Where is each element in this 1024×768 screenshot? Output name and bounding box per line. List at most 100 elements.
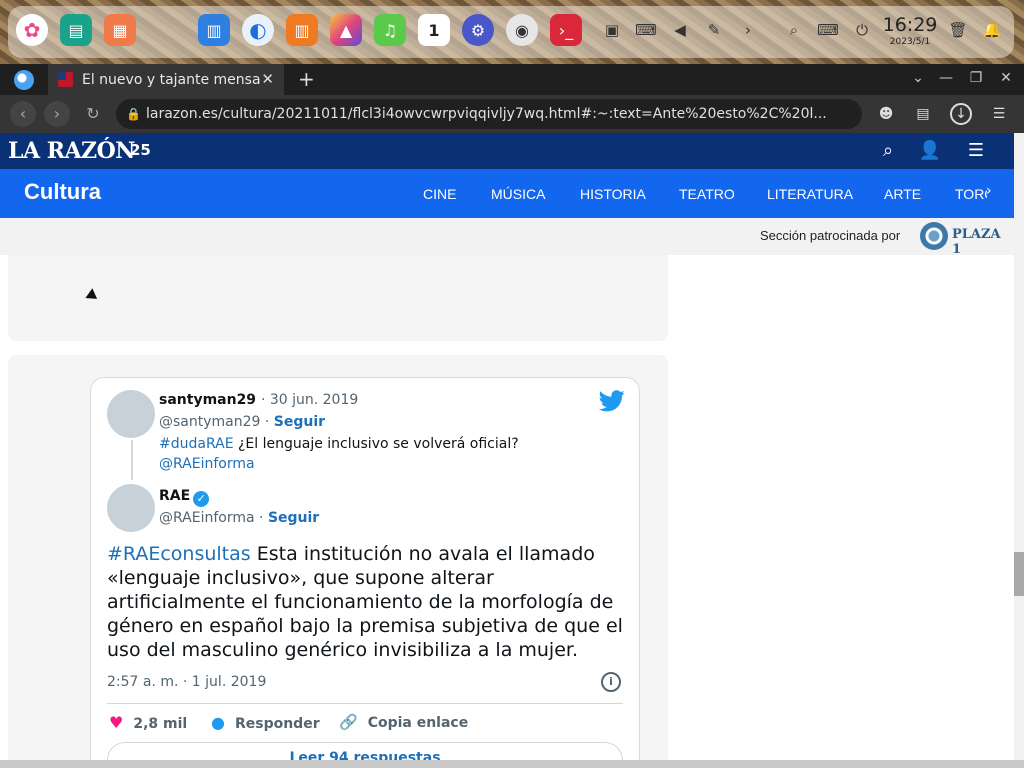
avatar[interactable] [107, 390, 155, 438]
archive-icon[interactable]: ▥ [286, 14, 318, 46]
site-header: LA RAZÓN 25 ⌕ 👤 ☰ [0, 133, 1014, 169]
tweet-timestamp[interactable]: 2:57 a. m. · 1 jul. 2019 [107, 674, 266, 690]
info-icon[interactable]: i [601, 672, 621, 692]
menu-icon[interactable]: ☰ [988, 103, 1010, 125]
vertical-scrollbar[interactable] [1014, 133, 1024, 760]
browser-logo-icon[interactable] [14, 70, 34, 90]
browser-toolbar: ‹ › ↻ 🔒 larazon.es/cultura/20211011/flcl… [0, 95, 1024, 213]
nav-cine[interactable]: CINE [423, 186, 456, 202]
main-handle[interactable]: @RAEinforma [159, 510, 255, 526]
browser-icon[interactable]: ◐ [242, 14, 274, 46]
site-favicon-icon [58, 72, 73, 87]
like-button[interactable]: ♥ 2,8 mil [109, 713, 187, 732]
calendar-icon[interactable]: 1 [418, 14, 450, 46]
apps-grid-icon[interactable]: ▦ [104, 14, 136, 46]
reply-author-name[interactable]: santyman29 · 30 jun. 2019 [159, 392, 358, 408]
separator: · [259, 510, 264, 526]
search-icon[interactable]: ⌕ [784, 20, 804, 40]
nav-literatura[interactable]: LITERATURA [767, 186, 853, 202]
top-dock: ✿ ▤ ▦ ▥ ◐ ▥ ▲ ♫ 1 ⚙ ◉ ›_ ▣ ⌨ ◀ ✎ › ⌕ ⌨ ⏻… [0, 0, 1024, 64]
plaza-seal-icon [920, 222, 948, 250]
section-nav: Cultura CINE MÚSICA HISTORIA TEATRO LITE… [0, 169, 1014, 218]
speech-bubble-icon: ● [211, 713, 225, 732]
reload-button[interactable]: ↻ [80, 101, 106, 127]
nav-more-chevron-icon[interactable]: › [986, 183, 992, 199]
hashtag-link[interactable]: #RAEconsultas [107, 543, 251, 565]
pen-icon[interactable]: ✎ [704, 20, 724, 40]
keyboard-icon[interactable]: ⌨ [635, 20, 657, 40]
new-tab-button[interactable]: + [298, 67, 315, 91]
avatar[interactable] [107, 484, 155, 532]
hamburger-menu-icon[interactable]: ☰ [964, 139, 988, 163]
embedded-tweet[interactable]: santyman29 · 30 jun. 2019 @santyman29 · … [90, 377, 640, 760]
scrollbar-thumb[interactable] [1014, 552, 1024, 596]
input-method-icon[interactable]: ⌨ [817, 20, 839, 40]
tab-close-icon[interactable]: ✕ [261, 70, 274, 88]
back-button[interactable]: ‹ [10, 101, 36, 127]
tab-title: El nuevo y tajante mensaje [82, 71, 260, 88]
chevron-right-icon[interactable]: › [738, 20, 758, 40]
reply-date: · 30 jun. 2019 [260, 392, 359, 408]
tab-strip: El nuevo y tajante mensaje ✕ + ⌄ — ❐ ✕ [0, 64, 1024, 95]
forward-button[interactable]: › [44, 101, 70, 127]
horizontal-scrollbar[interactable] [0, 760, 1024, 768]
main-tweet-text: #RAEconsultas Esta institución no avala … [107, 543, 623, 661]
thread-line [131, 440, 133, 480]
follow-button[interactable]: Seguir [268, 510, 319, 526]
reply-handle[interactable]: @santyman29 [159, 414, 260, 430]
app-store-icon[interactable]: ▥ [198, 14, 230, 46]
clock[interactable]: 16:29 2023/5/1 [882, 14, 938, 48]
reply-button[interactable]: ● Responder [211, 713, 320, 732]
tab-active[interactable]: El nuevo y tajante mensaje ✕ [48, 64, 284, 95]
copy-link-button[interactable]: 🔗 Copia enlace [339, 713, 468, 731]
url-text: larazon.es/cultura/20211011/flcl3i4owvcw… [146, 106, 827, 122]
music-icon[interactable]: ♫ [374, 14, 406, 46]
settings-icon[interactable]: ⚙ [462, 14, 494, 46]
nav-arte[interactable]: ARTE [884, 186, 921, 202]
close-window-icon[interactable]: ✕ [996, 70, 1016, 86]
tab-list-icon[interactable]: ⌄ [908, 70, 928, 86]
reply-tweet-text: #dudaRAE ¿El lenguaje inclusivo se volve… [159, 436, 519, 472]
sponsor-logo[interactable]: PLAZA 1 [920, 221, 1001, 257]
nav-historia[interactable]: HISTORIA [580, 186, 646, 202]
terminal-icon[interactable]: ›_ [550, 14, 582, 46]
trash-icon[interactable]: 🗑 [948, 20, 968, 40]
volume-icon[interactable]: ◀ [670, 20, 690, 40]
nav-toros[interactable]: TORO [955, 186, 987, 202]
verified-badge-icon: ✓ [193, 491, 210, 507]
site-logo[interactable]: LA RAZÓN [8, 138, 135, 164]
mention-link[interactable]: @RAEinforma [159, 456, 255, 472]
reply-handle-line: @santyman29 · Seguir [159, 414, 325, 430]
main-handle-line: @RAEinforma · Seguir [159, 510, 319, 526]
screenshot-icon[interactable]: ▣ [602, 20, 622, 40]
sponsor-name: PLAZA 1 [952, 227, 1001, 257]
nav-musica[interactable]: MÚSICA [491, 186, 545, 202]
nav-teatro[interactable]: TEATRO [679, 186, 735, 202]
embed-placeholder [8, 255, 668, 341]
user-icon[interactable]: 👤 [918, 139, 942, 163]
disk-icon[interactable]: ◉ [506, 14, 538, 46]
follow-button[interactable]: Seguir [274, 414, 325, 430]
clock-time: 16:29 [882, 14, 938, 36]
link-icon: 🔗 [339, 713, 358, 731]
launcher-icon[interactable]: ✿ [16, 14, 48, 46]
main-author-name[interactable]: RAE ✓ [159, 488, 210, 507]
download-icon[interactable]: ↓ [950, 103, 972, 125]
photos-icon[interactable]: ▲ [330, 14, 362, 46]
sponsor-bar: Sección patrocinada por PLAZA 1 [0, 218, 1014, 257]
files-icon[interactable]: ▤ [60, 14, 92, 46]
address-bar[interactable]: 🔒 larazon.es/cultura/20211011/flcl3i4owv… [116, 99, 862, 129]
logo-25-badge: 25 [130, 141, 151, 159]
power-icon[interactable]: ⏻ [852, 20, 872, 40]
restore-icon[interactable]: ❐ [966, 70, 986, 86]
hashtag-link[interactable]: #dudaRAE [159, 436, 234, 452]
extension-face-icon[interactable]: ☻ [875, 103, 897, 125]
extension-store-icon[interactable]: ▤ [912, 103, 934, 125]
twitter-bird-icon[interactable] [599, 390, 625, 412]
lock-icon: 🔒 [126, 107, 141, 121]
minimize-icon[interactable]: — [936, 70, 956, 86]
read-replies-button[interactable]: Leer 94 respuestas [107, 742, 623, 760]
notification-bell-icon[interactable]: 🔔 [982, 20, 1002, 40]
search-icon[interactable]: ⌕ [876, 139, 900, 163]
section-title[interactable]: Cultura [24, 179, 101, 205]
